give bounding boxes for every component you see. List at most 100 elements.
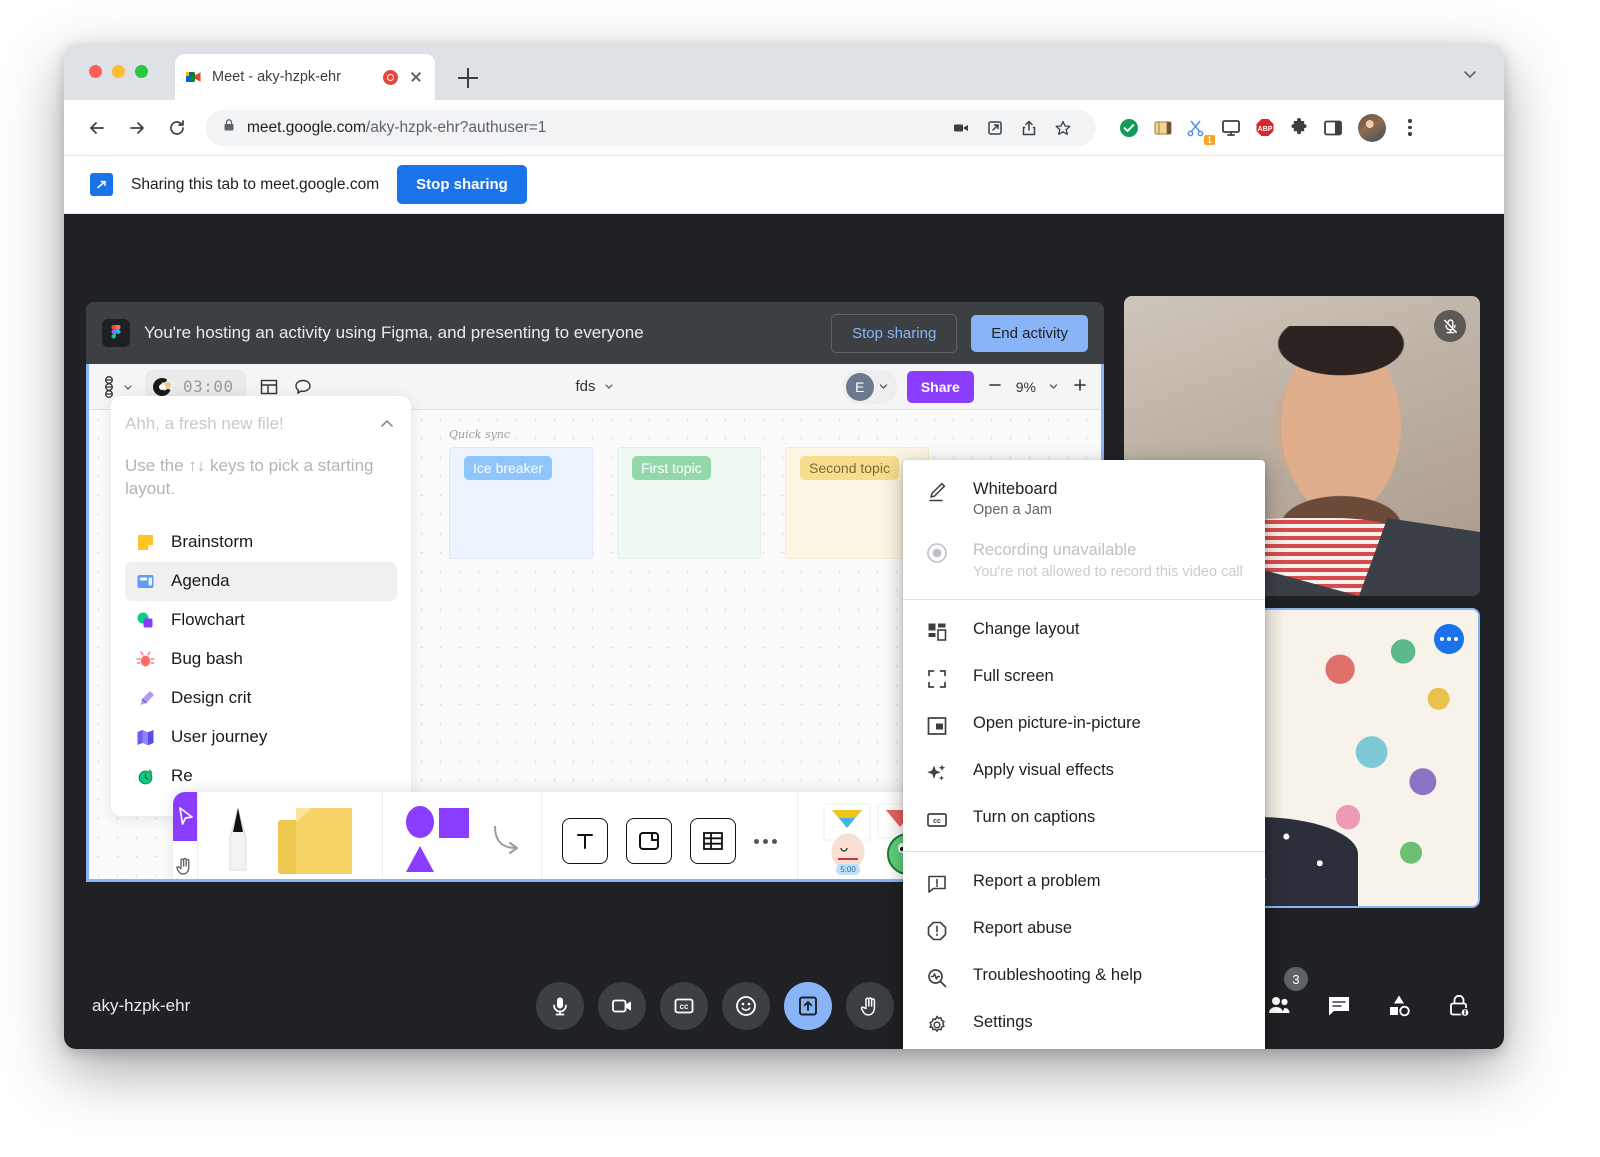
menu-item-title: Settings	[973, 1012, 1033, 1033]
desktop-extension-icon[interactable]	[1216, 113, 1246, 143]
figma-agenda-board: Quick sync Ice breaker First topic Secon…	[449, 428, 929, 559]
camera-button[interactable]	[598, 982, 646, 1030]
open-in-new-icon[interactable]	[978, 111, 1012, 145]
share-icon[interactable]	[1012, 111, 1046, 145]
zoom-out-button[interactable]	[986, 376, 1004, 397]
new-tab-button[interactable]	[456, 66, 480, 90]
cursor-arrow-icon[interactable]	[173, 792, 197, 841]
green-check-extension-icon[interactable]	[1114, 113, 1144, 143]
menu-item-change-layout[interactable]: Change layout	[903, 608, 1265, 655]
stop-sharing-button[interactable]: Stop sharing	[397, 165, 527, 204]
menu-item-report-abuse[interactable]: Report abuse	[903, 907, 1265, 954]
participants-count-badge: 3	[1284, 967, 1308, 991]
activities-button[interactable]	[1382, 989, 1416, 1023]
layout-grid-icon[interactable]	[258, 376, 280, 398]
minimize-window-button[interactable]	[112, 65, 125, 78]
stop-sharing-activity-button[interactable]: Stop sharing	[831, 314, 957, 353]
menu-item-captions[interactable]: cc Turn on captions	[903, 796, 1265, 843]
back-arrow-icon[interactable]	[80, 111, 114, 145]
figma-share-button[interactable]: Share	[907, 371, 974, 403]
zoom-in-button[interactable]	[1071, 376, 1089, 397]
reload-icon[interactable]	[160, 111, 194, 145]
participants-button[interactable]: 3	[1262, 989, 1296, 1023]
layout-item-bug-bash[interactable]: Bug bash	[125, 640, 397, 679]
captions-button[interactable]: cc	[660, 982, 708, 1030]
figma-logo-icon	[102, 319, 130, 347]
adblock-plus-extension-icon[interactable]: ABP	[1250, 113, 1280, 143]
chevron-down-icon	[878, 381, 889, 392]
sticky-notes-icon[interactable]	[276, 804, 362, 879]
chevron-down-icon[interactable]	[1462, 66, 1478, 82]
layout-item-retro[interactable]: Re	[125, 757, 397, 796]
drawing-tools-group	[198, 792, 383, 882]
notes-extension-icon[interactable]	[1148, 113, 1178, 143]
layout-item-brainstorm[interactable]: Brainstorm	[125, 523, 397, 562]
marker-pen-icon[interactable]	[218, 804, 258, 879]
scissors-extension-icon[interactable]: 1	[1182, 113, 1212, 143]
chat-button[interactable]	[1322, 989, 1356, 1023]
close-tab-icon[interactable]	[407, 68, 425, 86]
bookmark-star-icon[interactable]	[1046, 111, 1080, 145]
forward-arrow-icon[interactable]	[120, 111, 154, 145]
record-circle-icon	[925, 541, 949, 565]
media-cast-icon[interactable]	[944, 111, 978, 145]
more-tools-icon[interactable]	[754, 839, 777, 844]
menu-item-text: Whiteboard Open a Jam	[973, 479, 1057, 518]
layout-item-label: Bug bash	[171, 649, 243, 669]
puzzle-piece-icon[interactable]	[1284, 113, 1314, 143]
chevron-up-icon[interactable]	[377, 414, 397, 439]
zoom-level-value[interactable]: 9%	[1016, 379, 1036, 395]
text-tool-icon[interactable]	[562, 818, 608, 864]
menu-item-picture-in-picture[interactable]: Open picture-in-picture	[903, 702, 1265, 749]
menu-separator	[903, 851, 1265, 852]
figma-menu-icon[interactable]	[101, 376, 133, 398]
board-card-ice-breaker[interactable]: Ice breaker	[449, 447, 593, 559]
microphone-button[interactable]	[536, 982, 584, 1030]
host-controls-button[interactable]	[1442, 989, 1476, 1023]
board-cards: Ice breaker First topic Second topic	[449, 447, 929, 559]
maximize-window-button[interactable]	[135, 65, 148, 78]
shapes-icon[interactable]	[403, 804, 473, 879]
menu-item-visual-effects[interactable]: Apply visual effects	[903, 749, 1265, 796]
menu-separator	[903, 599, 1265, 600]
board-card-first-topic[interactable]: First topic	[617, 447, 761, 559]
browser-tab[interactable]: Meet - aky-hzpk-ehr	[175, 54, 435, 100]
menu-item-settings[interactable]: Settings	[903, 1001, 1265, 1048]
figma-filename[interactable]: fds	[575, 378, 614, 395]
more-options-icon[interactable]	[1434, 624, 1464, 654]
meeting-code: aky-hzpk-ehr	[92, 996, 190, 1016]
svg-text:cc: cc	[680, 1002, 689, 1011]
connector-arrow-icon[interactable]	[491, 822, 521, 861]
timer-clock-icon	[135, 766, 156, 787]
panel-title: Ahh, a fresh new file!	[125, 414, 284, 434]
flowchart-shapes-icon	[135, 610, 156, 631]
section-tool-icon[interactable]	[626, 818, 672, 864]
hand-icon[interactable]	[173, 841, 197, 882]
menu-item-report-problem[interactable]: Report a problem	[903, 860, 1265, 907]
menu-item-full-screen[interactable]: Full screen	[903, 655, 1265, 702]
window-traffic-lights	[89, 65, 148, 78]
menu-item-title: Change layout	[973, 619, 1079, 640]
close-window-button[interactable]	[89, 65, 102, 78]
url-text: meet.google.com/aky-hzpk-ehr?authuser=1	[247, 119, 546, 137]
omnibox[interactable]: meet.google.com/aky-hzpk-ehr?authuser=1	[206, 110, 1096, 146]
menu-item-title: Recording unavailable	[973, 541, 1136, 559]
end-activity-button[interactable]: End activity	[971, 315, 1088, 352]
raise-hand-button[interactable]	[846, 982, 894, 1030]
figma-collaborators[interactable]: E	[843, 370, 897, 404]
table-tool-icon[interactable]	[690, 818, 736, 864]
menu-item-troubleshooting[interactable]: Troubleshooting & help	[903, 954, 1265, 1001]
layout-item-agenda[interactable]: Agenda	[125, 562, 397, 601]
side-panel-icon[interactable]	[1318, 113, 1348, 143]
tab-title: Meet - aky-hzpk-ehr	[212, 69, 374, 85]
kebab-menu-icon[interactable]	[1398, 115, 1422, 141]
comment-bubble-icon[interactable]	[292, 376, 314, 398]
layout-item-flowchart[interactable]: Flowchart	[125, 601, 397, 640]
present-screen-button[interactable]	[784, 982, 832, 1030]
profile-avatar[interactable]	[1358, 114, 1386, 142]
reactions-button[interactable]	[722, 982, 770, 1030]
layout-item-user-journey[interactable]: User journey	[125, 718, 397, 757]
menu-item-whiteboard[interactable]: Whiteboard Open a Jam	[903, 468, 1265, 529]
layout-item-design-crit[interactable]: Design crit	[125, 679, 397, 718]
recording-dot-icon[interactable]	[383, 70, 398, 85]
